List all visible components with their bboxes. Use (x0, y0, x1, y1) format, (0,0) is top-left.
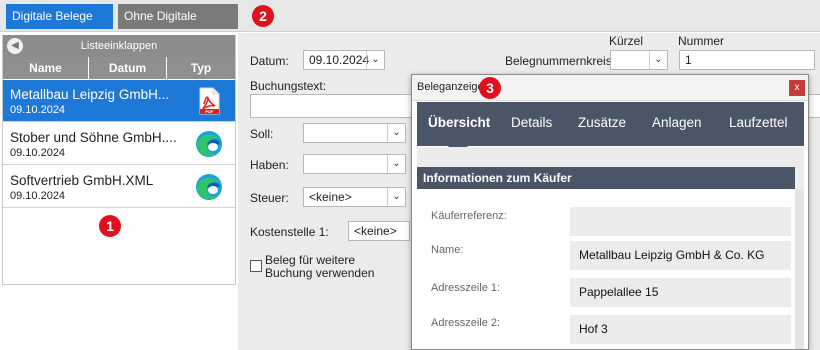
nummer-value: 1 (685, 53, 692, 67)
list-item-date: 09.10.2024 (10, 147, 66, 159)
tab-details[interactable]: Details (511, 115, 552, 130)
buchungstext-label: Buchungstext: (250, 79, 327, 93)
list-item-date: 09.10.2024 (10, 104, 66, 116)
steuer-label: Steuer: (250, 191, 289, 205)
list-item[interactable]: Stober und Söhne GmbH.... 09.10.2024 (3, 123, 235, 165)
tab-digitale-belege[interactable]: Digitale Belege (3) (6, 4, 113, 48)
svg-text:PDF: PDF (206, 109, 215, 114)
dialog-titlebar: Beleganzeige 3 x (412, 75, 808, 101)
beleg-verwenden-label-2: Buchung verwenden (265, 266, 375, 280)
edge-icon (195, 173, 223, 201)
beleg-verwenden-checkbox[interactable] (250, 260, 262, 272)
chevron-down-icon[interactable]: ⌄ (387, 124, 405, 142)
dialog-nav: Übersicht Details Zusätze Anlagen Laufze… (417, 102, 804, 156)
chevron-down-icon[interactable]: ⌄ (649, 51, 667, 69)
belegnummernkreis-label: Belegnummernkreis: (505, 54, 616, 68)
annotation-badge-2: 2 (252, 5, 274, 27)
chevron-down-icon[interactable]: ⌄ (387, 188, 405, 206)
list-item-name: Stober und Söhne GmbH.... (10, 130, 177, 145)
annotation-badge-3: 3 (479, 77, 501, 99)
field-label: Käuferreferenz: (431, 210, 507, 222)
name-value[interactable]: Metallbau Leipzig GmbH & Co. KG (570, 241, 791, 270)
arrow-left-icon: ◀ (7, 38, 23, 54)
section-header-kaeufer: Informationen zum Käufer (417, 167, 795, 189)
tab-uebersicht[interactable]: Übersicht (428, 115, 490, 130)
datum-field[interactable]: 09.10.2024 ⌄ (303, 50, 385, 70)
steuer-value: <keine> (309, 190, 352, 204)
kuerzel-label: Kürzel (609, 34, 644, 48)
tab-anlagen[interactable]: Anlagen (652, 115, 702, 130)
dialog-title: Beleganzeige (417, 81, 484, 93)
column-header-name[interactable]: Name (3, 57, 88, 79)
datum-value: 09.10.2024 (309, 53, 370, 67)
top-tab-bar: Digitale Belege (3) Ohne Digitale Belege… (0, 0, 820, 48)
tab-zusaetze[interactable]: Zusätze (578, 115, 626, 130)
beleganzeige-dialog: Beleganzeige 3 x Übersicht Details Zusät… (411, 74, 809, 350)
steuer-select[interactable]: <keine> ⌄ (303, 187, 406, 207)
field-label: Name: (431, 244, 464, 256)
tab-ohne-digitale-belege[interactable]: Ohne Digitale Belege (118, 4, 238, 48)
kuerzel-select[interactable]: ⌄ (610, 50, 668, 70)
nummer-field[interactable]: 1 (679, 50, 815, 70)
column-header-datum[interactable]: Datum (89, 57, 166, 79)
tab-laufzettel[interactable]: Laufzettel (729, 115, 788, 130)
list-item[interactable]: Metallbau Leipzig GmbH... 09.10.2024 PDF (3, 80, 235, 122)
list-item-name: Softvertrieb GmbH.XML (10, 173, 154, 188)
kostenstelle-select[interactable]: <keine> (348, 221, 410, 241)
close-icon[interactable]: x (789, 80, 805, 96)
beleg-verwenden-label-1: Beleg für weitere (265, 253, 356, 267)
kostenstelle-label: Kostenstelle 1: (250, 225, 329, 239)
datum-label: Datum: (250, 54, 289, 68)
kaeufer-fields: Käuferreferenz: Name: Metallbau Leipzig … (417, 189, 795, 349)
collapse-list-button[interactable]: Listeeinklappen ◀ (3, 35, 235, 57)
chevron-down-icon[interactable]: ⌄ (366, 51, 384, 69)
dialog-scrollbar[interactable] (795, 189, 804, 349)
list-item-name: Metallbau Leipzig GmbH... (10, 87, 170, 102)
haben-label: Haben: (250, 158, 289, 172)
list-item[interactable]: Softvertrieb GmbH.XML 09.10.2024 (3, 166, 235, 208)
kaeuferreferenz-value[interactable] (570, 207, 791, 236)
adresszeile2-value[interactable]: Hof 3 (570, 315, 791, 344)
column-header-typ[interactable]: Typ (167, 57, 235, 79)
adresszeile1-value[interactable]: Pappelallee 15 (570, 278, 791, 307)
buchungstext-field[interactable] (250, 94, 420, 118)
list-item-date: 09.10.2024 (10, 190, 66, 202)
annotation-badge-1: 1 (99, 215, 121, 237)
kostenstelle-value: <keine> (354, 224, 397, 238)
nummer-label: Nummer (678, 34, 725, 48)
soll-select[interactable]: ⌄ (303, 123, 406, 143)
chevron-down-icon[interactable]: ⌄ (387, 155, 405, 173)
field-label: Adresszeile 2: (431, 317, 501, 329)
collapse-list-label: Listeeinklappen (80, 40, 158, 52)
document-list-panel: Listeeinklappen ◀ Name Datum Typ Metallb… (2, 35, 236, 285)
soll-label: Soll: (250, 127, 274, 141)
edge-icon (195, 130, 223, 158)
haben-select[interactable]: ⌄ (303, 154, 406, 174)
field-label: Adresszeile 1: (431, 282, 501, 294)
pdf-icon: PDF (195, 87, 223, 115)
